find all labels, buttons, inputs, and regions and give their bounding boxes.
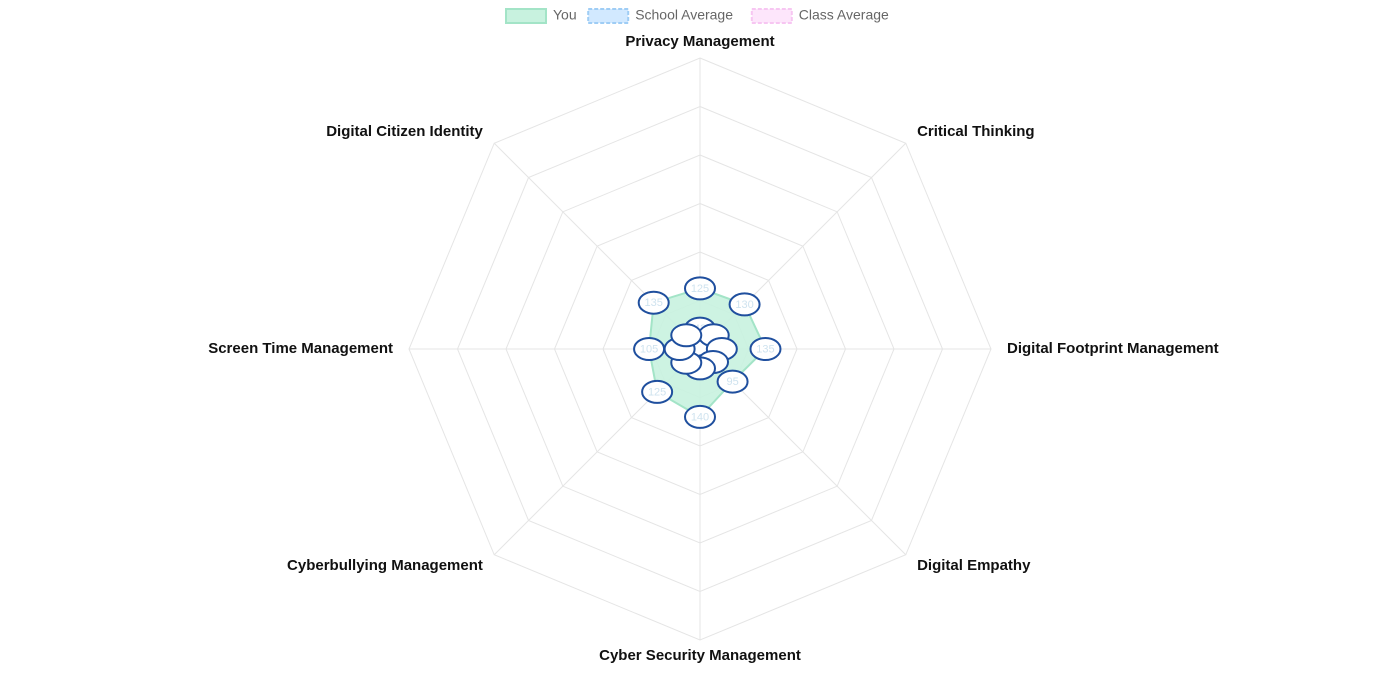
legend-item-school-average: School Average: [587, 7, 733, 24]
legend-label-you: You: [553, 7, 577, 23]
legend-item-class-average: Class Average: [750, 7, 889, 24]
legend-label-class-average: Class Average: [799, 7, 889, 23]
legend-swatch-class-average: [750, 8, 793, 24]
axis-label-digital-citizen-identity: Digital Citizen Identity: [326, 123, 483, 140]
axis-label-digital-footprint-management: Digital Footprint Management: [1007, 340, 1219, 357]
axis-label-screen-time-management: Screen Time Management: [208, 340, 393, 357]
radar-chart-canvas: Privacy Management Critical Thinking Digit…: [208, 7, 1219, 664]
axis-label-cyberbullying-management: Cyberbullying Management: [287, 557, 483, 574]
legend-label-school-average: School Average: [635, 7, 733, 23]
axis-label-digital-empathy: Digital Empathy: [917, 557, 1031, 574]
data-label-you: 130: [735, 299, 753, 311]
axis-label-privacy-management: Privacy Management: [625, 33, 774, 50]
data-label-you: 105: [640, 343, 658, 355]
radar-chart: Privacy Management Critical Thinking Digit…: [0, 0, 1400, 700]
legend-item-you: You: [505, 7, 577, 24]
axis-label-cyber-security-management: Cyber Security Management: [599, 647, 801, 664]
data-label-bubble-school-average: [670, 323, 703, 348]
data-label-you: 125: [648, 386, 666, 398]
axis-label-critical-thinking: Critical Thinking: [917, 123, 1035, 140]
data-label-you: 140: [691, 411, 709, 423]
data-label-you: 125: [691, 283, 709, 295]
data-label-you: 135: [756, 343, 774, 355]
legend: You School Average Class Average: [505, 7, 889, 24]
data-label-you: 135: [645, 297, 663, 309]
data-label-you: 95: [726, 376, 738, 388]
legend-swatch-you: [505, 8, 547, 24]
legend-swatch-school-average: [587, 8, 630, 24]
